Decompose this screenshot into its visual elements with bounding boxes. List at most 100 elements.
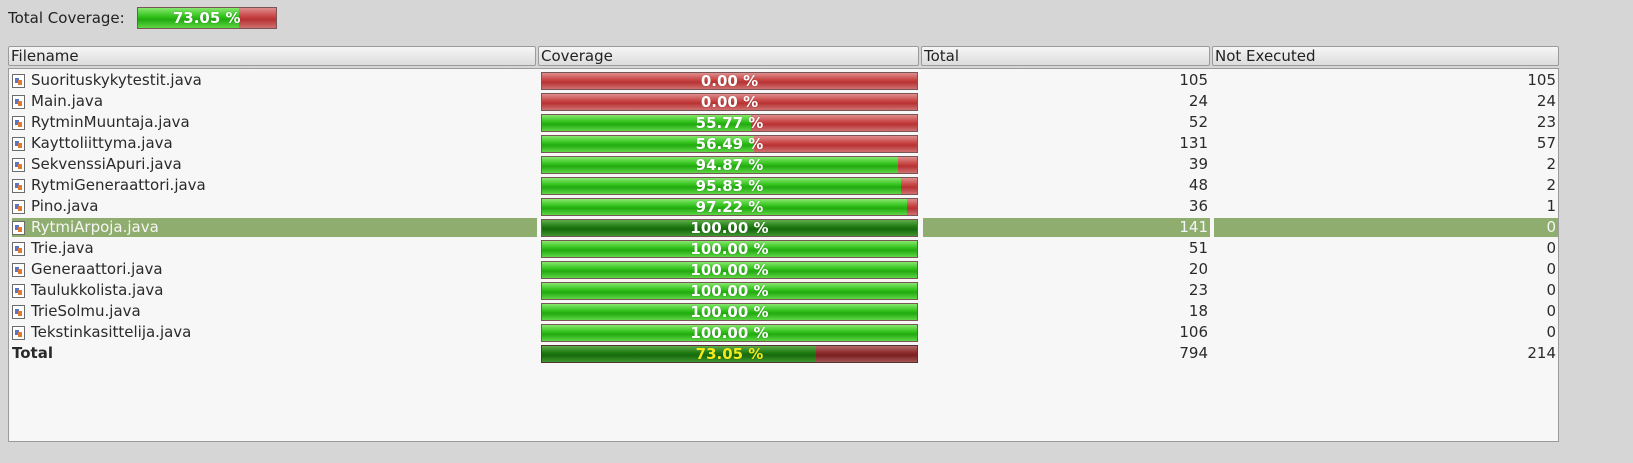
filename-text: Taulukkolista.java xyxy=(31,281,164,299)
table-row[interactable]: RytmiGeneraattori.java 95.83 % 48 2 xyxy=(9,175,1558,196)
coverage-bar: 100.00 % xyxy=(541,303,918,321)
total-lines-cell: 794 xyxy=(1179,344,1208,362)
filename-cell: RytmiArpoja.java xyxy=(12,218,537,237)
not-executed-cell: 57 xyxy=(1536,134,1556,152)
filename-text: Pino.java xyxy=(31,197,99,215)
coverage-bar: 73.05 % xyxy=(541,345,918,363)
total-lines-cell: 18 xyxy=(1188,302,1208,320)
coverage-bar: 100.00 % xyxy=(541,240,918,258)
table-row[interactable]: Suorituskykytestit.java 0.00 % 105 105 xyxy=(9,70,1558,91)
coverage-bar: 0.00 % xyxy=(541,72,918,90)
total-lines-cell: 24 xyxy=(1188,92,1208,110)
java-file-icon xyxy=(12,136,25,151)
java-file-icon xyxy=(12,94,25,109)
filename-text: RytminMuuntaja.java xyxy=(31,113,190,131)
total-lines-cell: 36 xyxy=(1188,197,1208,215)
coverage-bar: 100.00 % xyxy=(541,282,918,300)
total-row[interactable]: Total 73.05 % 794 214 xyxy=(9,343,1558,364)
filename-text: SekvenssiApuri.java xyxy=(31,155,182,173)
filename-text: Tekstinkasittelija.java xyxy=(31,323,192,341)
filename-cell: Suorituskykytestit.java xyxy=(12,71,537,90)
filename-cell: Tekstinkasittelija.java xyxy=(12,323,537,342)
coverage-percent: 94.87 % xyxy=(695,156,764,174)
filename-text: RytmiGeneraattori.java xyxy=(31,176,206,194)
total-lines-cell: 51 xyxy=(1188,239,1208,257)
table-row[interactable]: Pino.java 97.22 % 36 1 xyxy=(9,196,1558,217)
filename-cell: Trie.java xyxy=(12,239,537,258)
coverage-bar: 100.00 % xyxy=(541,324,918,342)
table-row[interactable]: SekvenssiApuri.java 94.87 % 39 2 xyxy=(9,154,1558,175)
table-body[interactable]: Suorituskykytestit.java 0.00 % 105 105 Main.… xyxy=(8,68,1559,442)
coverage-percent: 55.77 % xyxy=(695,114,764,132)
total-coverage-bar: 73.05 % xyxy=(136,7,277,29)
java-file-icon xyxy=(12,283,25,298)
filename-text: RytmiArpoja.java xyxy=(31,218,159,236)
coverage-bar: 55.77 % xyxy=(541,114,918,132)
not-executed-cell: 214 xyxy=(1527,344,1556,362)
java-file-icon xyxy=(12,325,25,340)
coverage-percent: 100.00 % xyxy=(690,219,769,237)
java-file-icon xyxy=(12,178,25,193)
coverage-percent: 0.00 % xyxy=(700,93,759,111)
coverage-percent: 100.00 % xyxy=(690,240,769,258)
filename-cell: Main.java xyxy=(12,92,537,111)
coverage-percent: 100.00 % xyxy=(690,303,769,321)
not-executed-cell: 0 xyxy=(1546,302,1556,320)
filename-cell: Taulukkolista.java xyxy=(12,281,537,300)
coverage-window: Total Coverage: 73.05 % Filename Coverag… xyxy=(0,0,1633,463)
coverage-bar: 100.00 % xyxy=(541,261,918,279)
filename-text: Main.java xyxy=(31,92,104,110)
table-row[interactable]: Tekstinkasittelija.java 100.00 % 106 0 xyxy=(9,322,1558,343)
not-executed-cell: 0 xyxy=(1546,281,1556,299)
total-coverage-label: Total Coverage: xyxy=(8,9,125,27)
column-header-filename[interactable]: Filename xyxy=(8,46,536,66)
filename-cell: SekvenssiApuri.java xyxy=(12,155,537,174)
java-file-icon xyxy=(12,304,25,319)
table-row[interactable]: TrieSolmu.java 100.00 % 18 0 xyxy=(9,301,1558,322)
coverage-percent: 56.49 % xyxy=(695,135,764,153)
total-lines-cell: 106 xyxy=(1179,323,1208,341)
table-row[interactable]: Taulukkolista.java 100.00 % 23 0 xyxy=(9,280,1558,301)
filename-text: TrieSolmu.java xyxy=(31,302,141,320)
total-coverage-percent: 73.05 % xyxy=(172,9,241,27)
filename-cell: Pino.java xyxy=(12,197,537,216)
java-file-icon xyxy=(12,241,25,256)
column-header-not-executed[interactable]: Not Executed xyxy=(1212,46,1559,66)
column-header-total[interactable]: Total xyxy=(921,46,1210,66)
coverage-percent: 100.00 % xyxy=(690,261,769,279)
filename-cell: Generaattori.java xyxy=(12,260,537,279)
filename-text: Kayttoliittyma.java xyxy=(31,134,173,152)
java-file-icon xyxy=(12,73,25,88)
coverage-percent: 73.05 % xyxy=(695,345,764,363)
filename-text: Generaattori.java xyxy=(31,260,163,278)
not-executed-cell: 23 xyxy=(1536,113,1556,131)
table-row[interactable]: RytmiArpoja.java 100.00 % 141 0 xyxy=(9,217,1558,238)
total-label: Total xyxy=(12,344,53,362)
filename-cell: RytminMuuntaja.java xyxy=(12,113,537,132)
total-lines-cell: 105 xyxy=(1179,71,1208,89)
filename-text: Trie.java xyxy=(31,239,94,257)
coverage-percent: 0.00 % xyxy=(700,72,759,90)
coverage-bar: 95.83 % xyxy=(541,177,918,195)
table-row[interactable]: Main.java 0.00 % 24 24 xyxy=(9,91,1558,112)
table-row[interactable]: RytminMuuntaja.java 55.77 % 52 23 xyxy=(9,112,1558,133)
table-row[interactable]: Kayttoliittyma.java 56.49 % 131 57 xyxy=(9,133,1558,154)
table-row[interactable]: Generaattori.java 100.00 % 20 0 xyxy=(9,259,1558,280)
column-header-coverage[interactable]: Coverage xyxy=(538,46,919,66)
filename-cell: Kayttoliittyma.java xyxy=(12,134,537,153)
not-executed-cell: 105 xyxy=(1527,71,1556,89)
not-executed-cell: 1 xyxy=(1546,197,1556,215)
coverage-bar: 100.00 % xyxy=(541,219,918,237)
coverage-bar: 56.49 % xyxy=(541,135,918,153)
total-lines-cell: 52 xyxy=(1188,113,1208,131)
coverage-percent: 95.83 % xyxy=(695,177,764,195)
total-lines-cell: 20 xyxy=(1188,260,1208,278)
total-lines-cell: 39 xyxy=(1188,155,1208,173)
not-executed-cell: 2 xyxy=(1546,176,1556,194)
table-row[interactable]: Trie.java 100.00 % 51 0 xyxy=(9,238,1558,259)
java-file-icon xyxy=(12,199,25,214)
coverage-table: Filename Coverage Total Not Executed Suo… xyxy=(8,46,1559,442)
table-header: Filename Coverage Total Not Executed xyxy=(8,46,1559,66)
filename-cell: RytmiGeneraattori.java xyxy=(12,176,537,195)
filename-text: Suorituskykytestit.java xyxy=(31,71,202,89)
